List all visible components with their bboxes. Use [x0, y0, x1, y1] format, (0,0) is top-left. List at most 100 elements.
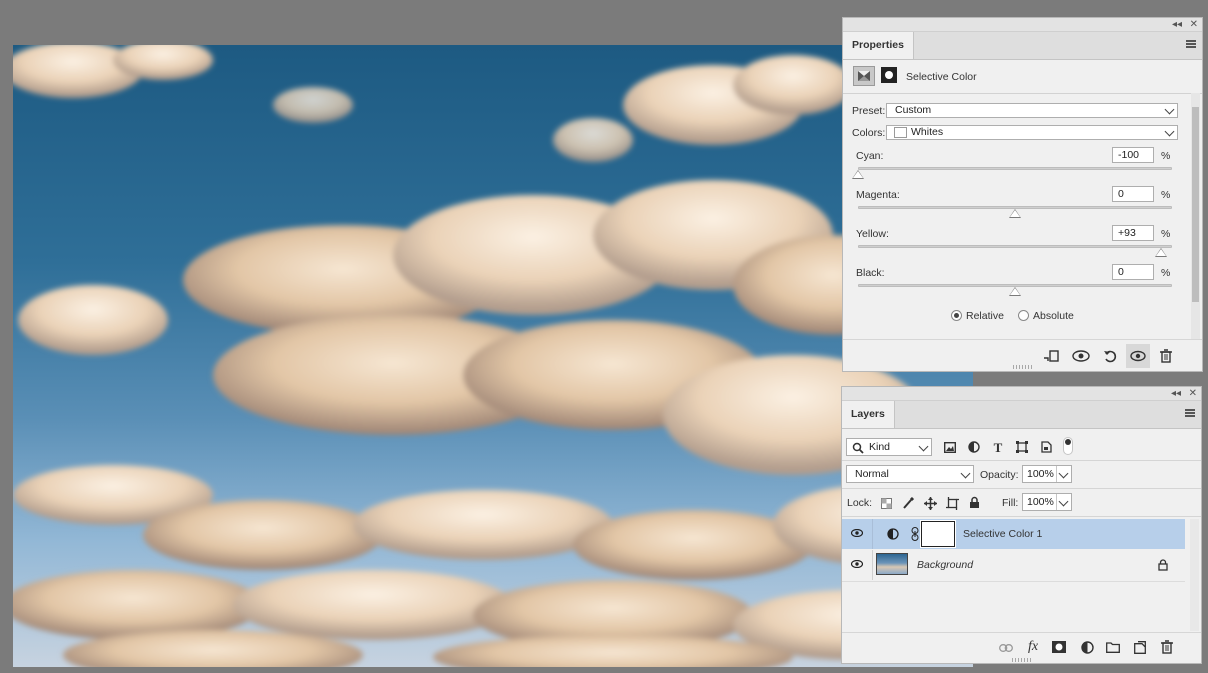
layer-row-selective-color[interactable]: Selective Color 1: [842, 519, 1185, 549]
image-filter-icon[interactable]: [942, 439, 958, 455]
tab-properties[interactable]: Properties: [843, 32, 914, 59]
filter-toggle[interactable]: [1063, 437, 1073, 455]
type-filter-icon[interactable]: T: [990, 439, 1006, 455]
fill-field[interactable]: 100%: [1022, 493, 1072, 511]
slider-label: Yellow:: [856, 228, 889, 240]
percent-unit: %: [1161, 189, 1171, 201]
lock-transparent-pixels-icon[interactable]: [878, 495, 894, 511]
scroll-thumb[interactable]: [1192, 107, 1199, 302]
shape-filter-icon[interactable]: [1014, 439, 1030, 455]
adjustment-layer-icon: [887, 528, 899, 540]
slider-thumb[interactable]: [852, 170, 864, 179]
chevron-down-icon: [1058, 468, 1069, 479]
collapse-panel-icon[interactable]: ◂◂: [1171, 387, 1181, 400]
resize-grip[interactable]: [1012, 365, 1033, 369]
slider-label: Magenta:: [856, 189, 900, 201]
chevron-down-icon: [918, 441, 929, 452]
eye-icon[interactable]: [851, 560, 863, 568]
slider-value-field[interactable]: 0: [1112, 186, 1154, 202]
layer-mask-icon[interactable]: [881, 67, 897, 83]
eye-icon[interactable]: [851, 529, 863, 537]
layers-tab-row: Layers: [842, 401, 1201, 429]
close-panel-icon[interactable]: ✕: [1189, 387, 1197, 400]
background-thumbnail[interactable]: [876, 553, 908, 575]
chevron-down-icon: [1164, 104, 1175, 115]
filter-kind-dropdown[interactable]: Kind: [846, 438, 932, 456]
relative-radio[interactable]: [951, 310, 962, 321]
preset-dropdown[interactable]: Custom: [886, 103, 1178, 118]
layer-row-background[interactable]: Background: [842, 550, 1185, 580]
colors-dropdown[interactable]: Whites: [886, 125, 1178, 140]
clip-to-layer-icon[interactable]: [1043, 348, 1059, 364]
adjustment-type-icon[interactable]: [853, 66, 875, 86]
view-previous-icon[interactable]: [1072, 348, 1090, 364]
slider-thumb[interactable]: [1009, 209, 1021, 218]
percent-unit: %: [1161, 267, 1171, 279]
delete-layer-icon[interactable]: [1159, 639, 1175, 655]
layer-name: Background: [917, 559, 974, 571]
layer-name: Selective Color 1: [963, 528, 1043, 540]
adjustment-name: Selective Color: [906, 71, 977, 83]
tab-layers[interactable]: Layers: [842, 401, 895, 428]
slider-thumb[interactable]: [1155, 248, 1167, 257]
properties-panel: ◂◂ ✕ Properties Selective Color Preset: …: [842, 17, 1203, 372]
filter-kind-value: Kind: [869, 441, 891, 453]
chevron-down-icon: [960, 468, 971, 479]
percent-unit: %: [1161, 228, 1171, 240]
opacity-field[interactable]: 100%: [1022, 465, 1072, 483]
document-canvas[interactable]: [13, 45, 973, 667]
relative-label: Relative: [966, 310, 1004, 322]
color-swatch: [894, 127, 907, 138]
panel-topbar: ◂◂ ✕: [843, 18, 1202, 32]
slider-value-field[interactable]: 0: [1112, 264, 1154, 280]
smart-object-filter-icon[interactable]: [1038, 439, 1054, 455]
chevron-down-icon: [1058, 496, 1069, 507]
lock-artboard-icon[interactable]: [944, 495, 960, 511]
blend-mode-value: Normal: [855, 468, 889, 480]
layers-scrollbar[interactable]: [1190, 519, 1199, 631]
resize-grip[interactable]: [1011, 658, 1032, 662]
search-icon: [852, 442, 864, 454]
layers-panel: ◂◂ ✕ Layers Kind T Normal Opacity: 100%: [841, 386, 1202, 664]
slider-label: Cyan:: [856, 150, 884, 162]
opacity-label: Opacity:: [980, 469, 1019, 481]
panel-topbar: ◂◂ ✕: [842, 387, 1201, 401]
blend-mode-dropdown[interactable]: Normal: [846, 465, 974, 483]
panel-menu-icon[interactable]: [1186, 40, 1196, 48]
fill-label: Fill:: [1002, 497, 1019, 509]
lock-position-icon[interactable]: [922, 495, 938, 511]
lock-image-pixels-icon[interactable]: [900, 495, 916, 511]
absolute-radio[interactable]: [1018, 310, 1029, 321]
adjustment-header: Selective Color: [843, 61, 1202, 94]
new-layer-icon[interactable]: [1132, 639, 1148, 655]
panel-menu-icon[interactable]: [1185, 409, 1195, 417]
collapse-panel-icon[interactable]: ◂◂: [1172, 18, 1182, 31]
preset-value: Custom: [895, 104, 932, 116]
reset-icon[interactable]: [1102, 348, 1118, 364]
fx-icon[interactable]: fx: [1025, 639, 1041, 655]
colors-label: Colors:: [852, 127, 886, 139]
slider-value-field[interactable]: +93: [1112, 225, 1154, 241]
lock-all-icon[interactable]: [966, 494, 982, 510]
link-layers-icon[interactable]: [998, 640, 1014, 656]
adjustment-filter-icon[interactable]: [966, 439, 982, 455]
lock-label: Lock:: [847, 497, 873, 509]
absolute-label: Absolute: [1033, 310, 1074, 322]
layer-mask-thumbnail[interactable]: [920, 520, 956, 548]
slider-value-field[interactable]: -100: [1112, 147, 1154, 163]
slider-thumb[interactable]: [1009, 287, 1021, 296]
add-mask-icon[interactable]: [1051, 639, 1067, 655]
new-adjustment-icon[interactable]: [1079, 639, 1095, 655]
close-panel-icon[interactable]: ✕: [1190, 18, 1198, 31]
cloud-photo: [13, 45, 973, 667]
visibility-icon[interactable]: [1130, 348, 1146, 364]
slider-track[interactable]: [858, 167, 1172, 170]
new-group-icon[interactable]: [1105, 639, 1121, 655]
properties-tab-row: Properties: [843, 32, 1202, 60]
properties-scrollbar[interactable]: [1191, 93, 1200, 339]
colors-value: Whites: [911, 126, 944, 138]
fill-value: 100%: [1027, 496, 1054, 508]
delete-icon[interactable]: [1158, 348, 1174, 364]
slider-track[interactable]: [858, 245, 1172, 248]
chain-link-icon[interactable]: [911, 527, 919, 541]
